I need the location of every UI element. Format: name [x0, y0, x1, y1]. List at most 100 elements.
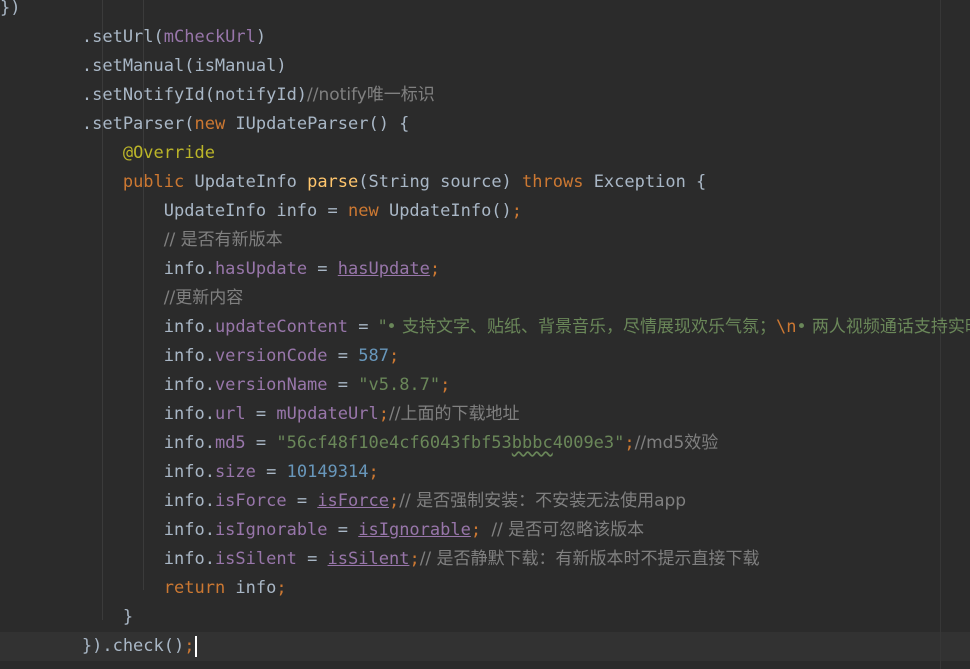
code-token: //md5效验 [634, 433, 719, 453]
code-token: ; [429, 259, 441, 279]
code-line[interactable]: info.isForce = isForce;// 是否强制安装：不安装无法使用… [0, 487, 686, 516]
code-line[interactable]: info.versionCode = 587; [0, 342, 399, 371]
code-token: // 是否静默下载：有新版本时不提示直接下载 [419, 549, 760, 569]
code-token: Exception { [593, 172, 707, 192]
code-token: = [286, 491, 318, 511]
code-token: bbbc [511, 433, 553, 453]
code-token: "• 支持文字、贴纸、背景音乐，尽情展现欢乐气氛； [378, 317, 776, 337]
code-token: }) [0, 0, 21, 18]
code-token: 587 [358, 346, 389, 366]
code-line[interactable]: .setParser(new IUpdateParser() { [0, 110, 410, 139]
code-token: info. [0, 520, 215, 540]
code-line[interactable]: @Override [0, 139, 215, 168]
code-token: new [348, 201, 389, 221]
code-token: ; [388, 491, 400, 511]
code-token: url [214, 404, 246, 424]
code-line[interactable]: } [0, 603, 133, 632]
code-token: = [255, 462, 287, 482]
code-line[interactable]: info.isIgnorable = isIgnorable; // 是否可忽略… [0, 516, 644, 545]
code-token: updateContent [214, 317, 348, 337]
code-line[interactable]: return info; [0, 574, 287, 603]
code-line[interactable]: }).check(); [0, 632, 198, 661]
code-line[interactable]: .setUrl(mCheckUrl) [0, 23, 266, 52]
code-token: isForce [214, 491, 287, 511]
code-token: .setParser( [0, 114, 195, 134]
code-token: @Override [122, 143, 215, 163]
code-line[interactable]: info.md5 = "56cf48f10e4cf6043fbf53bbbc40… [0, 429, 719, 458]
code-token: info. [0, 259, 215, 279]
code-token: \n [775, 317, 797, 337]
code-token: ) [255, 27, 267, 47]
code-token: .setManual(isManual) [0, 56, 287, 76]
code-token: mUpdateUrl [276, 404, 379, 424]
text-caret [195, 635, 198, 657]
code-token: // 是否强制安装：不安装无法使用app [399, 491, 687, 511]
code-line[interactable]: .setManual(isManual) [0, 52, 287, 81]
code-token: // 是否可忽略该版本 [491, 520, 645, 540]
code-line[interactable]: .setNotifyId(notifyId)//notify唯一标识 [0, 81, 435, 110]
code-line[interactable]: info.updateContent = "• 支持文字、贴纸、背景音乐，尽情展… [0, 313, 970, 342]
code-token: ; [511, 201, 523, 221]
code-editor[interactable]: }) .setUrl(mCheckUrl) .setManual(isManua… [0, 0, 970, 669]
code-token: = [348, 317, 379, 337]
code-token: info. [0, 404, 215, 424]
code-line[interactable]: UpdateInfo info = new UpdateInfo(); [0, 197, 522, 226]
code-token: parse [307, 172, 359, 192]
code-token: info. [0, 491, 215, 511]
code-token: info [235, 578, 277, 598]
code-token: versionName [214, 375, 328, 395]
code-token: //更新内容 [163, 288, 244, 308]
code-token: isSilent [327, 549, 410, 569]
code-token: throws [522, 172, 594, 192]
code-token: = [327, 375, 359, 395]
code-token: 10149314 [286, 462, 369, 482]
code-token: hasUpdate [337, 259, 430, 279]
code-token: versionCode [214, 346, 328, 366]
code-token: }).check() [0, 636, 185, 656]
code-token: = [327, 520, 359, 540]
code-line[interactable]: info.versionName = "v5.8.7"; [0, 371, 451, 400]
code-token: info. [0, 462, 215, 482]
code-token: mCheckUrl [163, 27, 256, 47]
code-token: //notify唯一标识 [307, 85, 435, 105]
code-token: ; [470, 520, 492, 540]
code-token: info. [0, 346, 215, 366]
code-token: UpdateInfo info = [0, 201, 348, 221]
code-token: "56cf48f10e4cf6043fbf53 [276, 433, 512, 453]
code-line[interactable]: //更新内容 [0, 284, 243, 313]
code-line[interactable]: public UpdateInfo parse(String source) t… [0, 168, 706, 197]
code-token: info. [0, 549, 215, 569]
code-token: size [214, 462, 256, 482]
code-token: = [245, 404, 277, 424]
code-token: ; [409, 549, 420, 569]
code-token: md5 [214, 433, 246, 453]
code-token: 4009e3" [552, 433, 625, 453]
code-token: = [327, 346, 359, 366]
code-token: ; [368, 462, 379, 482]
code-line[interactable]: info.url = mUpdateUrl;//上面的下载地址 [0, 400, 520, 429]
code-token: UpdateInfo() [388, 201, 512, 221]
code-token: = [245, 433, 277, 453]
code-token: //上面的下载地址 [388, 404, 520, 424]
code-line[interactable]: }) [0, 0, 20, 23]
code-line[interactable]: info.size = 10149314; [0, 458, 379, 487]
code-token: ; [378, 404, 389, 424]
code-line[interactable]: // 是否有新版本 [0, 226, 283, 255]
code-line[interactable]: info.hasUpdate = hasUpdate; [0, 255, 440, 284]
code-token: isSilent [214, 549, 297, 569]
code-token: ; [276, 578, 287, 598]
code-token: isIgnorable [358, 520, 471, 540]
code-token: public [122, 172, 195, 192]
code-token: ; [184, 636, 195, 656]
code-line[interactable]: info.isSilent = isSilent;// 是否静默下载：有新版本时… [0, 545, 760, 574]
code-token: IUpdateParser() { [235, 114, 410, 134]
code-token: info. [0, 375, 215, 395]
code-token: isIgnorable [214, 520, 328, 540]
code-token: info. [0, 317, 215, 337]
code-token: (String source) [358, 172, 523, 192]
